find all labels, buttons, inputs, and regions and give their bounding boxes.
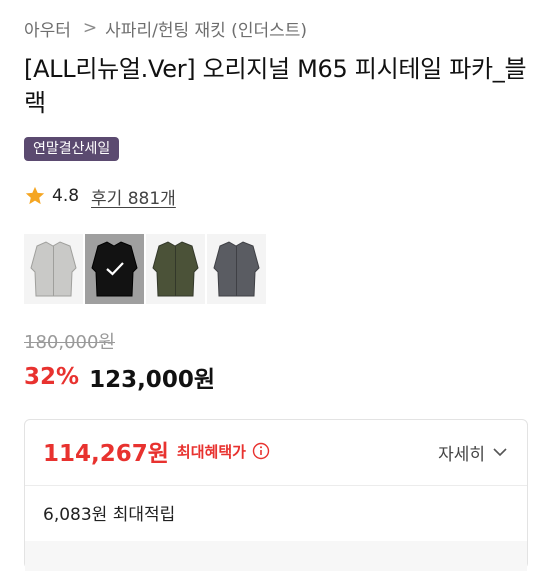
chevron-down-icon — [493, 447, 507, 456]
parka-image — [213, 241, 260, 297]
breadcrumb-subcategory[interactable]: 사파리/헌팅 재킷 (인더스트) — [105, 16, 307, 41]
breadcrumb: 아우터 > 사파리/헌팅 재킷 (인더스트) — [24, 14, 307, 42]
discount-percent: 32% — [24, 364, 80, 390]
divider — [25, 485, 527, 486]
check-icon — [105, 262, 124, 276]
benefit-panel: 114,267원 최대혜택가 자세히 6,083원 최대적립 — [24, 419, 528, 571]
sale-price: 123,000원 — [89, 367, 215, 393]
option-thumbnail-black[interactable] — [85, 234, 144, 304]
panel-footer — [25, 541, 527, 571]
rating-score: 4.8 — [52, 186, 80, 206]
sale-price-row: 32% 123,000원 — [24, 360, 215, 394]
parka-image — [152, 241, 199, 297]
info-icon[interactable] — [252, 442, 270, 460]
max-benefit-price: 114,267원 — [43, 441, 169, 467]
breadcrumb-separator: > — [82, 18, 98, 38]
detail-toggle-button[interactable]: 자세히 — [438, 438, 507, 466]
max-benefit-label: 최대혜택가 — [176, 442, 246, 461]
color-options — [24, 234, 266, 304]
detail-label: 자세히 — [438, 444, 485, 465]
max-points: 6,083원 최대적립 — [43, 504, 176, 525]
max-benefit-row: 114,267원 최대혜택가 — [43, 434, 270, 468]
option-thumbnail-olive[interactable] — [146, 234, 205, 304]
sale-badge: 연말결산세일 — [24, 137, 120, 161]
original-price: 180,000원 — [24, 332, 115, 353]
parka-image — [30, 241, 77, 297]
review-count-link[interactable]: 후기 881개 — [91, 184, 176, 209]
rating-row: 4.8 후기 881개 — [24, 182, 176, 210]
star-icon — [25, 186, 45, 205]
option-thumbnail-charcoal[interactable] — [207, 234, 266, 304]
product-title: [ALL리뉴얼.Ver] 오리지널 M65 피시테일 파카_블랙 — [24, 55, 527, 117]
option-thumbnail-light-gray[interactable] — [24, 234, 83, 304]
breadcrumb-category[interactable]: 아우터 — [24, 16, 71, 41]
